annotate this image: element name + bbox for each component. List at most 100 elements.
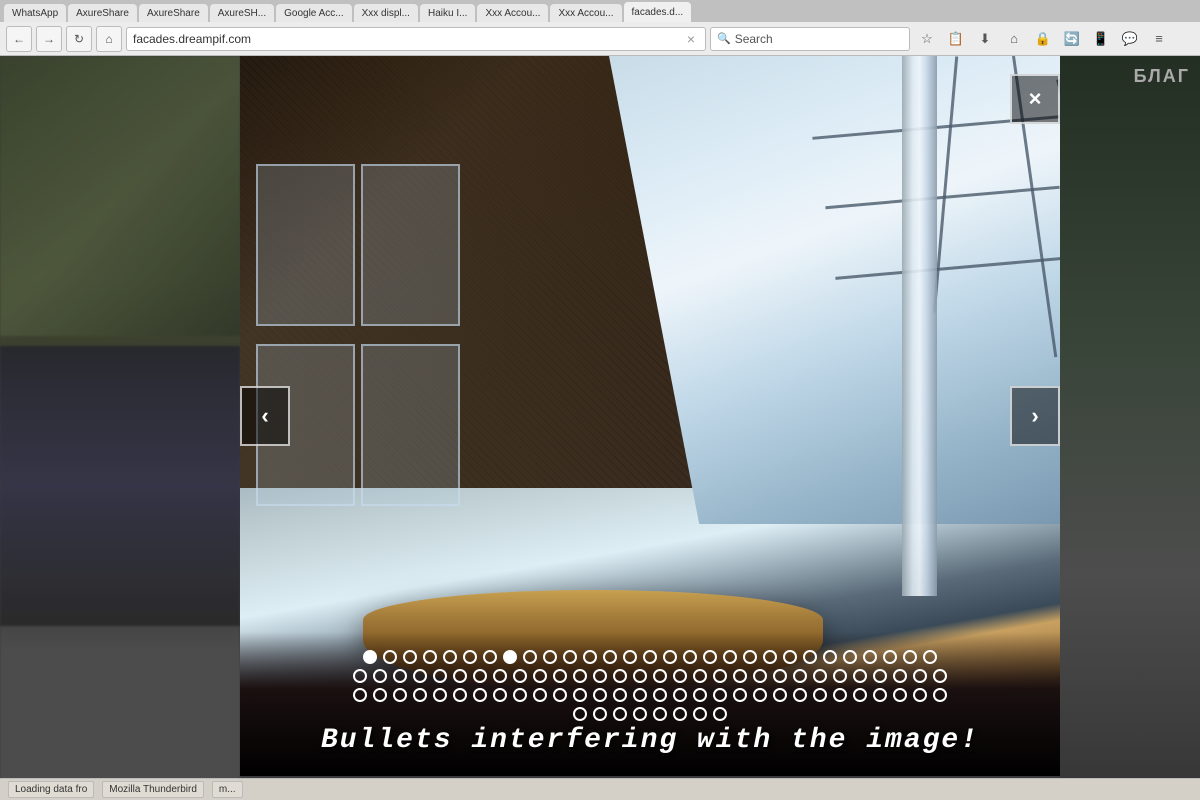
refresh-button[interactable]: ↻ (66, 26, 92, 52)
bullet-1-8[interactable] (523, 650, 537, 664)
close-button[interactable]: × (1010, 74, 1060, 124)
bullet-1-26[interactable] (883, 650, 897, 664)
bullet-3-11[interactable] (573, 688, 587, 702)
bullet-3-14[interactable] (633, 688, 647, 702)
bullet-1-6[interactable] (483, 650, 497, 664)
bullet-1-10[interactable] (563, 650, 577, 664)
bullet-4-0[interactable] (573, 707, 587, 721)
bullet-3-25[interactable] (853, 688, 867, 702)
reader-icon[interactable]: 📋 (943, 26, 969, 52)
bullet-1-12[interactable] (603, 650, 617, 664)
bullet-3-24[interactable] (833, 688, 847, 702)
bullet-2-5[interactable] (453, 669, 467, 683)
bullet-3-9[interactable] (533, 688, 547, 702)
bullet-3-0[interactable] (353, 688, 367, 702)
back-button[interactable]: ← (6, 26, 32, 52)
extension1-icon[interactable]: ⌂ (1001, 26, 1027, 52)
bullet-2-26[interactable] (873, 669, 887, 683)
bullet-2-23[interactable] (813, 669, 827, 683)
bullet-1-24[interactable] (843, 650, 857, 664)
bullet-1-22[interactable] (803, 650, 817, 664)
bullet-2-13[interactable] (613, 669, 627, 683)
bullet-3-12[interactable] (593, 688, 607, 702)
bullet-3-15[interactable] (653, 688, 667, 702)
bullet-3-20[interactable] (753, 688, 767, 702)
bullet-3-6[interactable] (473, 688, 487, 702)
bullet-1-5[interactable] (463, 650, 477, 664)
bullet-4-5[interactable] (673, 707, 687, 721)
tab-axureshare2[interactable]: AxureShare (139, 4, 208, 22)
bullet-3-28[interactable] (913, 688, 927, 702)
bullet-2-9[interactable] (533, 669, 547, 683)
bullet-1-14[interactable] (643, 650, 657, 664)
bullet-1-27[interactable] (903, 650, 917, 664)
tab-axureshare1[interactable]: AxureShare (68, 4, 137, 22)
bullet-3-27[interactable] (893, 688, 907, 702)
bullet-1-16[interactable] (683, 650, 697, 664)
address-close-button[interactable]: × (683, 31, 699, 47)
bullet-3-16[interactable] (673, 688, 687, 702)
bullet-2-24[interactable] (833, 669, 847, 683)
bullet-1-4[interactable] (443, 650, 457, 664)
tab-xxx1[interactable]: Xxx displ... (354, 4, 418, 22)
tab-whatsapp[interactable]: WhatsApp (4, 4, 66, 22)
bullet-1-15[interactable] (663, 650, 677, 664)
tab-xxx2[interactable]: Xxx Accou... (477, 4, 548, 22)
bullet-1-9[interactable] (543, 650, 557, 664)
bullet-3-3[interactable] (413, 688, 427, 702)
bullet-2-14[interactable] (633, 669, 647, 683)
bullet-1-7[interactable] (503, 650, 517, 664)
bullet-1-20[interactable] (763, 650, 777, 664)
bullet-3-18[interactable] (713, 688, 727, 702)
bullet-1-3[interactable] (423, 650, 437, 664)
bullet-2-12[interactable] (593, 669, 607, 683)
tab-facades[interactable]: facades.d... (624, 2, 692, 22)
bullet-2-11[interactable] (573, 669, 587, 683)
bullet-1-1[interactable] (383, 650, 397, 664)
bullet-2-10[interactable] (553, 669, 567, 683)
forward-button[interactable]: → (36, 26, 62, 52)
bullet-3-4[interactable] (433, 688, 447, 702)
bullet-4-2[interactable] (613, 707, 627, 721)
bullet-1-18[interactable] (723, 650, 737, 664)
bullet-1-13[interactable] (623, 650, 637, 664)
bullet-1-21[interactable] (783, 650, 797, 664)
bullet-4-3[interactable] (633, 707, 647, 721)
bullet-3-8[interactable] (513, 688, 527, 702)
bullet-2-16[interactable] (673, 669, 687, 683)
bullet-3-29[interactable] (933, 688, 947, 702)
bullet-3-26[interactable] (873, 688, 887, 702)
tab-axureshare3[interactable]: AxureSH... (210, 4, 274, 22)
bullet-3-10[interactable] (553, 688, 567, 702)
extension5-icon[interactable]: 💬 (1117, 26, 1143, 52)
bullet-1-0[interactable] (363, 650, 377, 664)
bullet-4-7[interactable] (713, 707, 727, 721)
bullet-3-17[interactable] (693, 688, 707, 702)
search-bar[interactable]: 🔍 Search (710, 27, 910, 51)
bullet-2-27[interactable] (893, 669, 907, 683)
bullet-2-25[interactable] (853, 669, 867, 683)
bullet-2-15[interactable] (653, 669, 667, 683)
bullet-2-3[interactable] (413, 669, 427, 683)
bullet-2-19[interactable] (733, 669, 747, 683)
bullet-2-17[interactable] (693, 669, 707, 683)
bullet-2-21[interactable] (773, 669, 787, 683)
bullet-2-2[interactable] (393, 669, 407, 683)
prev-arrow-button[interactable]: ‹ (240, 386, 290, 446)
bullet-3-2[interactable] (393, 688, 407, 702)
bullet-2-20[interactable] (753, 669, 767, 683)
bullet-3-7[interactable] (493, 688, 507, 702)
bullet-1-25[interactable] (863, 650, 877, 664)
download-icon[interactable]: ⬇ (972, 26, 998, 52)
bullet-1-2[interactable] (403, 650, 417, 664)
bullet-4-4[interactable] (653, 707, 667, 721)
bullet-3-19[interactable] (733, 688, 747, 702)
bullet-2-6[interactable] (473, 669, 487, 683)
home-button[interactable]: ⌂ (96, 26, 122, 52)
bullet-2-4[interactable] (433, 669, 447, 683)
bullet-1-19[interactable] (743, 650, 757, 664)
tab-haiku[interactable]: Haiku I... (420, 4, 475, 22)
status-item-thunderbird[interactable]: Mozilla Thunderbird (102, 781, 204, 798)
bullet-2-28[interactable] (913, 669, 927, 683)
bullet-1-17[interactable] (703, 650, 717, 664)
